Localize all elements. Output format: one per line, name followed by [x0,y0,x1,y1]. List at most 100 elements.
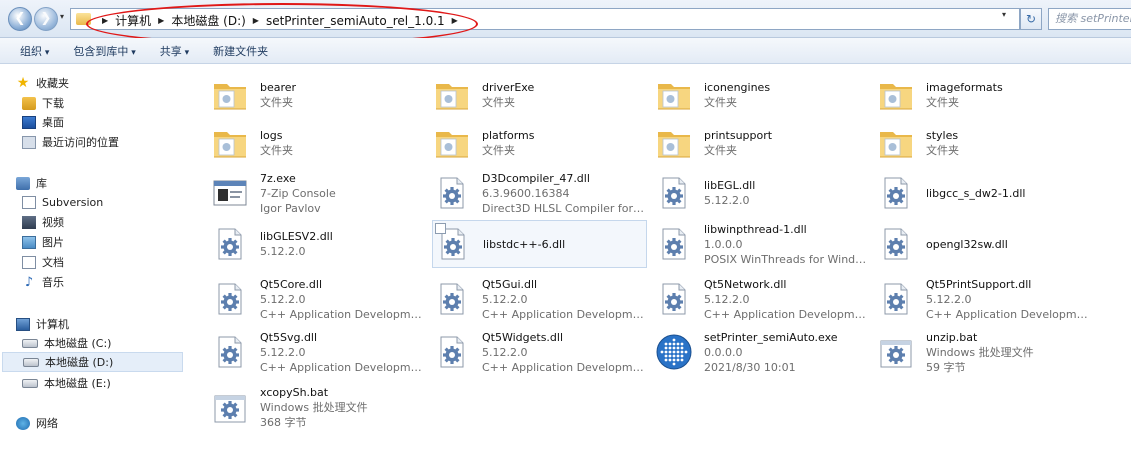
console-exe-icon [210,173,250,213]
chevron-right-icon[interactable]: ▶ [452,16,458,25]
file-detail: 6.3.9600.16384 [482,186,570,200]
file-item[interactable]: iconengines 文件夹 [654,71,869,119]
recent-pages-dropdown[interactable]: ▾ [60,12,64,21]
file-item[interactable]: Qt5Svg.dll 5.12.2.0 C++ Application Develo… [210,328,425,376]
file-item[interactable]: platforms 文件夹 [432,119,647,167]
file-detail: Direct3D HLSL Compiler for R... [482,201,647,215]
chevron-right-icon[interactable]: ▶ [158,16,164,25]
folder-icon [432,75,472,115]
file-detail: 5.12.2.0 [260,345,306,359]
file-item-text: printsupport 文件夹 [704,128,772,158]
drive-icon [22,338,38,348]
file-name: libwinpthread-1.dll [704,222,807,236]
back-button[interactable]: ❮ [8,7,32,31]
sidebar-item-videos[interactable]: 视频 [22,212,64,232]
dll-gear-icon [210,279,250,319]
organize-menu[interactable]: 组织 [20,43,49,59]
file-item[interactable]: setPrinter_semiAuto.exe 0.0.0.0 2021/8/30 … [654,328,869,376]
music-icon: ♪ [24,274,34,290]
sidebar-item-drive-e[interactable]: 本地磁盘 (E:) [22,373,111,393]
sidebar-item-desktop[interactable]: 桌面 [22,112,64,132]
file-item-text: styles 文件夹 [926,128,959,158]
file-detail: 5.12.2.0 [704,194,750,207]
sidebar-item-documents[interactable]: 文档 [22,252,64,272]
file-name: iconengines [704,81,771,94]
file-item[interactable]: libGLESV2.dll 5.12.2.0 [210,220,425,268]
breadcrumb-computer[interactable]: 计算机 [115,12,151,29]
sidebar-item-label: 计算机 [36,318,69,331]
sidebar-item-drive-d[interactable]: 本地磁盘 (D:) [2,352,183,372]
chevron-right-icon[interactable]: ▶ [253,16,259,25]
file-name: driverExe [482,81,535,94]
new-folder-button[interactable]: 新建文件夹 [213,43,268,59]
breadcrumb-current-folder[interactable]: setPrinter_semiAuto_rel_1.0.1 [266,14,445,28]
star-icon: ★ [16,74,30,91]
sidebar-item-downloads[interactable]: 下载 [22,93,64,113]
dll-gear-icon [432,332,472,372]
address-input[interactable]: ▶ 计算机 ▶ 本地磁盘 (D:) ▶ setPrinter_semiAuto_… [70,8,1020,30]
sidebar-network[interactable]: 网络 [16,413,58,433]
file-detail: 文件夹 [260,96,293,109]
file-item[interactable]: Qt5PrintSupport.dll 5.12.2.0 C++ Applicati… [876,275,1091,323]
file-item-text: driverExe 文件夹 [482,80,534,110]
file-item[interactable]: bearer 文件夹 [210,71,425,119]
include-in-library-menu[interactable]: 包含到库中 [73,43,135,59]
file-item[interactable]: styles 文件夹 [876,119,1091,167]
sidebar-item-subversion[interactable]: Subversion [22,192,103,212]
file-detail: C++ Application Development... [260,307,425,321]
file-item[interactable]: xcopySh.bat Windows 批处理文件 368 字节 [210,383,425,431]
file-detail: 5.12.2.0 [260,292,306,306]
forward-button[interactable]: ❯ [34,7,58,31]
file-item[interactable]: Qt5Network.dll 5.12.2.0 C++ Application De… [654,275,869,323]
file-item-text: Qt5Svg.dll 5.12.2.0 C++ Application Develo… [260,330,425,375]
sidebar-item-drive-c[interactable]: 本地磁盘 (C:) [22,333,111,353]
file-item[interactable]: imageformats 文件夹 [876,71,1091,119]
address-history-dropdown[interactable]: ▾ [1002,10,1006,19]
sidebar-item-pictures[interactable]: 图片 [22,232,64,252]
sidebar-computer[interactable]: 计算机 [16,314,69,334]
file-item[interactable]: libstdc++-6.dll [432,220,647,268]
sidebar-item-recent-places[interactable]: 最近访问的位置 [22,132,119,152]
file-item[interactable]: D3Dcompiler_47.dll 6.3.9600.16384 Direct3D… [432,169,647,217]
file-item[interactable]: Qt5Widgets.dll 5.12.2.0 C++ Application De… [432,328,647,376]
dll-gear-icon [876,224,916,264]
sidebar-favorites[interactable]: ★ 收藏夹 [16,73,69,93]
file-item[interactable]: driverExe 文件夹 [432,71,647,119]
file-item[interactable]: libEGL.dll 5.12.2.0 [654,169,869,217]
dll-gear-icon [876,173,916,213]
file-name: D3Dcompiler_47.dll [482,171,590,185]
file-item-text: setPrinter_semiAuto.exe 0.0.0.0 2021/8/30 … [704,330,838,375]
file-name: xcopySh.bat [260,385,329,399]
file-item[interactable]: Qt5Gui.dll 5.12.2.0 C++ Application Develo… [432,275,647,323]
file-item[interactable]: opengl32sw.dll [876,220,1091,268]
sidebar-item-label: 收藏夹 [36,77,69,90]
item-checkbox[interactable] [435,223,446,234]
file-item[interactable]: libwinpthread-1.dll 1.0.0.0 POSIX WinThrea… [654,220,869,268]
file-item[interactable]: libgcc_s_dw2-1.dll [876,169,1091,217]
file-detail: 文件夹 [704,96,737,109]
file-item[interactable]: unzip.bat Windows 批处理文件 59 字节 [876,328,1091,376]
file-item[interactable]: printsupport 文件夹 [654,119,869,167]
file-name: libgcc_s_dw2-1.dll [926,186,1026,200]
share-menu[interactable]: 共享 [160,43,189,59]
refresh-button[interactable]: ↻ [1020,8,1042,30]
file-detail: 文件夹 [482,96,515,109]
breadcrumb-drive-d[interactable]: 本地磁盘 (D:) [171,12,245,29]
address-bar: ❮ ❯ ▾ ▶ 计算机 ▶ 本地磁盘 (D:) ▶ setPrinter_sem… [0,0,1131,45]
sidebar-libraries[interactable]: 库 [16,173,47,193]
breadcrumb: ▶ 计算机 ▶ 本地磁盘 (D:) ▶ setPrinter_semiAuto_… [95,12,465,29]
file-item-text: 7z.exe 7-Zip Console Igor Pavlov [260,171,336,216]
file-item-text: imageformats 文件夹 [926,80,1003,110]
file-item[interactable]: Qt5Core.dll 5.12.2.0 C++ Application Devel… [210,275,425,323]
file-item[interactable]: 7z.exe 7-Zip Console Igor Pavlov [210,169,425,217]
desktop-icon [22,115,36,129]
chevron-right-icon[interactable]: ▶ [102,16,108,25]
file-name: styles [926,129,959,142]
sidebar-item-music[interactable]: ♪ 音乐 [22,272,64,292]
search-input[interactable]: 搜索 setPrinter_semiAuto_rel_1.0.1 [1048,8,1131,30]
file-item[interactable]: logs 文件夹 [210,119,425,167]
dll-gear-icon [654,173,694,213]
file-item-text: D3Dcompiler_47.dll 6.3.9600.16384 Direct3D… [482,171,647,216]
sidebar-item-label: 下载 [42,97,64,110]
file-detail: 文件夹 [926,144,959,157]
